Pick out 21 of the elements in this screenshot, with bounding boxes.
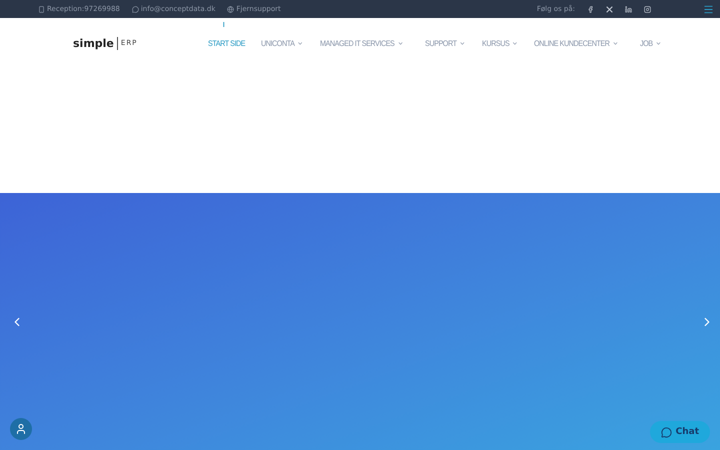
nav-link[interactable]: UNICONTA: [261, 38, 304, 48]
nav-link[interactable]: ONLINE KUNDECENTER: [534, 38, 619, 48]
speech-bubble-icon: [660, 426, 672, 438]
nav-link[interactable]: SUPPORT: [425, 38, 466, 48]
accessibility-button[interactable]: [10, 418, 32, 440]
nav-link[interactable]: MANAGED IT SERVICES: [320, 38, 404, 48]
chat-icon: [132, 6, 139, 12]
nav-link[interactable]: KURSUS: [482, 38, 518, 48]
person-icon: [15, 423, 27, 435]
phone-icon: [38, 6, 45, 12]
globe-icon: [227, 6, 234, 12]
nav-link[interactable]: JOB: [640, 38, 662, 48]
chat-button[interactable]: Chat: [650, 421, 710, 443]
logo-word: simple: [73, 36, 118, 50]
instagram-icon[interactable]: [644, 6, 651, 12]
x-icon[interactable]: [606, 6, 613, 12]
linkedin-icon[interactable]: [625, 6, 632, 12]
nav-link[interactable]: START SIDE: [208, 38, 246, 48]
active-indicator: [223, 22, 224, 26]
facebook-icon[interactable]: [587, 6, 594, 12]
menu-icon[interactable]: [703, 4, 714, 14]
